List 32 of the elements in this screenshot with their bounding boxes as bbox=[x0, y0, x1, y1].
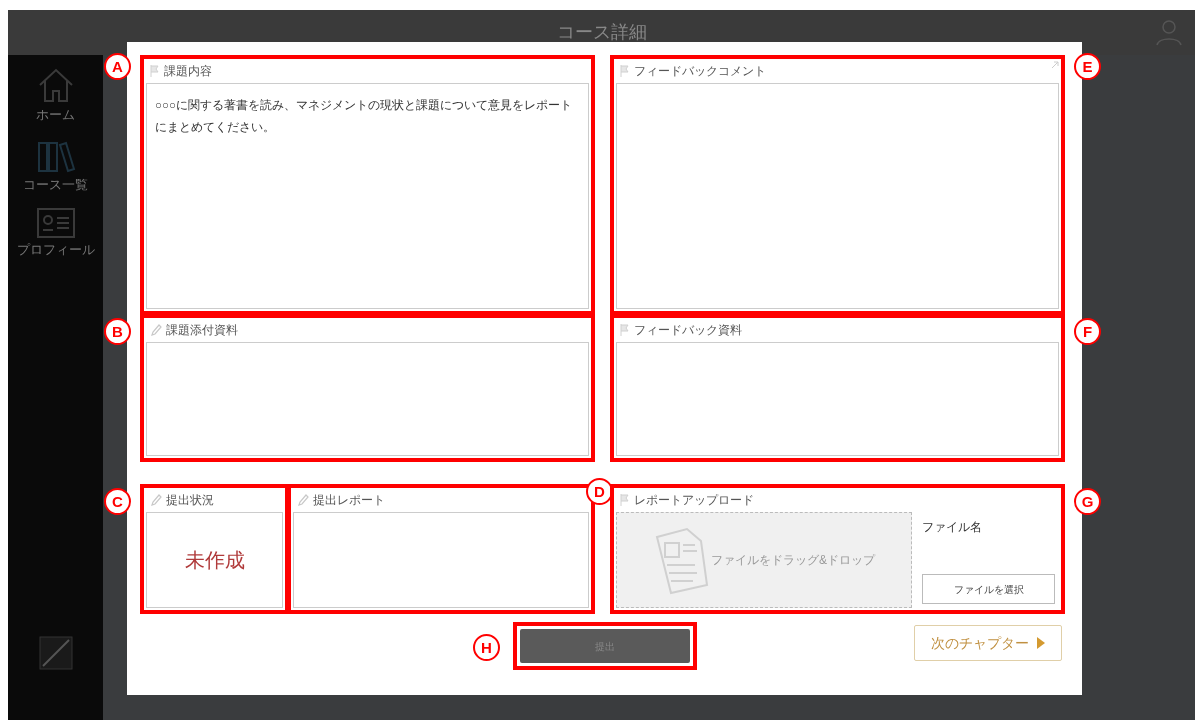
status-value: 未作成 bbox=[184, 548, 245, 573]
flag-icon bbox=[150, 65, 160, 77]
id-card-icon bbox=[36, 208, 75, 238]
pencil-icon bbox=[150, 324, 162, 336]
flag-icon bbox=[620, 494, 630, 506]
assignment-text: ○○○に関する著書を読み、マネジメントの現状と課題について意見をレポートにまとめてください。 bbox=[146, 83, 589, 309]
sidebar-item[interactable]: プロフィール bbox=[16, 208, 95, 260]
edit-icon[interactable] bbox=[38, 636, 73, 670]
drop-hint: ファイルをドラッグ&ドロップ bbox=[711, 552, 875, 569]
choose-file-button[interactable]: ファイルを選択 bbox=[922, 574, 1055, 604]
section-title: フィードバック資料 bbox=[634, 322, 742, 339]
next-chapter-button[interactable]: 次のチャプター bbox=[914, 625, 1062, 661]
document-icon bbox=[653, 525, 709, 595]
sidebar-item[interactable]: ホーム bbox=[35, 67, 76, 125]
section-title: 提出状況 bbox=[166, 492, 214, 509]
user-icon bbox=[1155, 18, 1183, 46]
section-title: 課題内容 bbox=[164, 63, 212, 80]
callout-marker: H bbox=[473, 634, 500, 661]
file-name-label: ファイル名 bbox=[922, 519, 983, 536]
sidebar-item[interactable]: コース一覧 bbox=[23, 138, 88, 194]
flag-icon bbox=[620, 324, 630, 336]
flag-icon bbox=[620, 65, 630, 77]
section-title: 課題添付資料 bbox=[166, 322, 238, 339]
page-title: コース詳細 bbox=[556, 21, 647, 44]
file-drop-zone[interactable]: ファイルをドラッグ&ドロップ bbox=[616, 512, 912, 608]
section-title: フィードバックコメント bbox=[634, 63, 766, 80]
play-icon bbox=[1037, 637, 1045, 649]
pencil-icon bbox=[297, 494, 309, 506]
section-title: レポートアップロード bbox=[634, 492, 754, 509]
section-title: 提出レポート bbox=[313, 492, 385, 509]
pencil-icon bbox=[150, 494, 162, 506]
expand-icon[interactable] bbox=[1051, 61, 1059, 69]
